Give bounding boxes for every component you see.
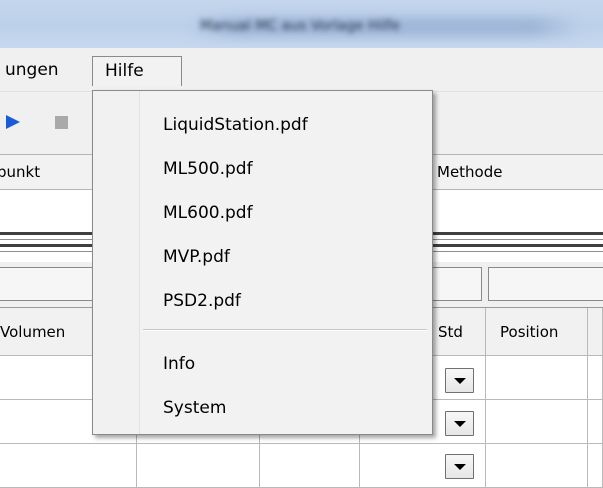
help-menu-dropdown: LiquidStation.pdf ML500.pdf ML600.pdf MV… <box>92 90 433 435</box>
dropdown-arrow-button[interactable] <box>445 454 474 479</box>
stop-icon[interactable] <box>55 116 68 129</box>
grid-cell[interactable] <box>260 444 360 488</box>
menu-item-info[interactable]: Info <box>95 342 430 386</box>
header-punkt: punkt <box>0 163 41 181</box>
title-bar: Manual MC aus Vorlage Hilfe <box>0 0 603 48</box>
menu-item-system[interactable]: System <box>95 386 430 430</box>
menu-separator <box>143 329 427 331</box>
grid-cell[interactable] <box>0 444 137 488</box>
field-box[interactable] <box>432 267 482 301</box>
menu-item-ml500-pdf[interactable]: ML500.pdf <box>95 147 430 191</box>
menu-item-ml600-pdf[interactable]: ML600.pdf <box>95 191 430 235</box>
column-position: Position <box>486 308 588 356</box>
grid-cell[interactable] <box>486 356 588 400</box>
field-box[interactable] <box>0 267 94 301</box>
menu-item-liquidstation-pdf[interactable]: LiquidStation.pdf <box>95 103 430 147</box>
menu-bar: ungen Hilfe <box>0 48 603 92</box>
play-icon[interactable] <box>6 115 20 129</box>
dropdown-arrow-button[interactable] <box>445 368 474 393</box>
grid-cell[interactable] <box>486 444 588 488</box>
header-methode: Methode <box>437 163 503 181</box>
field-box[interactable] <box>488 267 603 301</box>
grid-cell[interactable] <box>486 400 588 444</box>
menu-hilfe[interactable]: Hilfe <box>92 56 182 86</box>
menu-einstellungen[interactable]: ungen <box>0 56 71 86</box>
grid-cell[interactable] <box>588 356 603 400</box>
grid-cell[interactable] <box>588 400 603 444</box>
dropdown-arrow-button[interactable] <box>445 411 474 436</box>
grid-cell[interactable] <box>137 444 260 488</box>
menu-item-psd2-pdf[interactable]: PSD2.pdf <box>95 279 430 323</box>
column-header <box>588 308 603 356</box>
menu-item-mvp-pdf[interactable]: MVP.pdf <box>95 235 430 279</box>
window-title: Manual MC aus Vorlage Hilfe <box>200 18 400 34</box>
grid-cell[interactable] <box>588 444 603 488</box>
